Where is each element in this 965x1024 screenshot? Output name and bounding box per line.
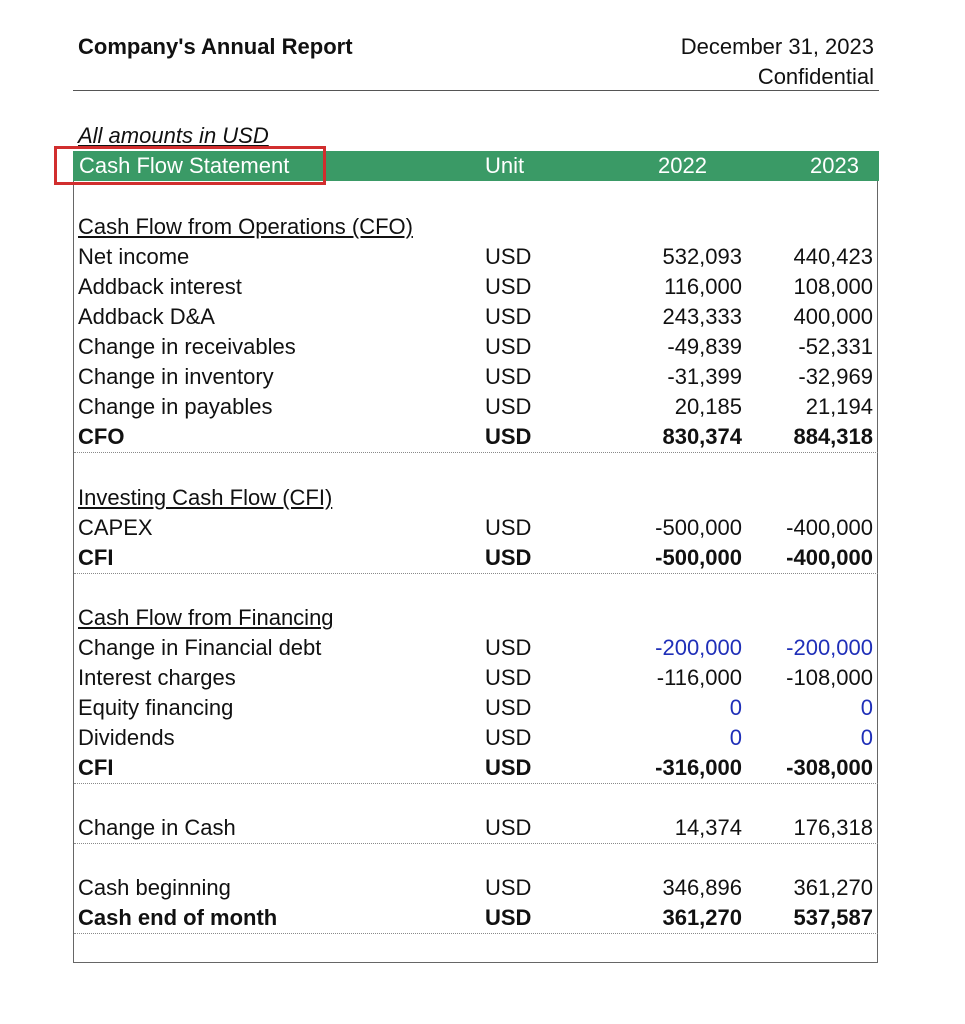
row-value-2023: -400,000 xyxy=(786,515,873,540)
row-value-2023: 400,000 xyxy=(793,304,873,329)
row-value-2023: -52,331 xyxy=(798,334,873,359)
row-label: Addback D&A xyxy=(78,304,215,329)
row-value-2023: -400,000 xyxy=(786,545,873,570)
row-label: Net income xyxy=(78,244,190,269)
row-unit: USD xyxy=(485,815,532,840)
row-unit: USD xyxy=(485,905,532,930)
row-value-2022: -116,000 xyxy=(656,665,742,690)
row-value-2023: -200,000 xyxy=(786,635,873,660)
table-row: Dividends USD 0 0 xyxy=(74,723,878,753)
row-value-2022: -500,000 xyxy=(655,545,742,570)
table-row: Net income USD 532,093 440,423 xyxy=(74,242,878,272)
table-row: CAPEX USD -500,000 -400,000 xyxy=(74,513,878,543)
row-unit: USD xyxy=(485,635,532,660)
row-value-2022: -200,000 xyxy=(655,635,742,660)
row-unit: USD xyxy=(485,725,532,750)
total-row-cff: CFI USD -316,000 -308,000 xyxy=(74,753,878,784)
row-unit: USD xyxy=(485,695,532,720)
table-row: Addback interest USD 116,000 108,000 xyxy=(74,272,878,302)
row-value-2022: 14,374 xyxy=(674,815,742,840)
total-row-cfi: CFI USD -500,000 -400,000 xyxy=(74,543,878,574)
table-header-year-2023: 2023 xyxy=(810,153,859,178)
row-label: Change in Financial debt xyxy=(78,635,322,660)
table-header-year-2022: 2022 xyxy=(658,153,707,178)
row-value-2022: -500,000 xyxy=(655,515,742,540)
report-title: Company's Annual Report xyxy=(78,34,353,59)
section-heading-cfo: Cash Flow from Operations (CFO) xyxy=(74,212,878,242)
total-row-cash-end: Cash end of month USD 361,270 537,587 xyxy=(74,903,878,934)
table-row: Equity financing USD 0 0 xyxy=(74,693,878,723)
table-row: Change in payables USD 20,185 21,194 xyxy=(74,392,878,422)
row-value-2022: 830,374 xyxy=(662,424,742,449)
table-row: Change in Financial debt USD -200,000 -2… xyxy=(74,633,878,663)
row-value-2022: -316,000 xyxy=(655,755,742,780)
section-title: Investing Cash Flow (CFI) xyxy=(78,485,333,510)
row-value-2022: 361,270 xyxy=(662,905,742,930)
row-value-2023: 537,587 xyxy=(793,905,873,930)
row-unit: USD xyxy=(485,665,532,690)
table-row: Change in receivables USD -49,839 -52,33… xyxy=(74,332,878,362)
row-label: Change in inventory xyxy=(78,364,274,389)
row-unit: USD xyxy=(485,274,532,299)
row-unit: USD xyxy=(485,364,532,389)
highlight-box xyxy=(54,146,326,185)
row-value-2023: 361,270 xyxy=(793,875,873,900)
row-label: Change in Cash xyxy=(78,815,236,840)
section-title: Cash Flow from Financing xyxy=(78,605,334,630)
row-value-2022: 20,185 xyxy=(674,394,742,419)
row-label: CFI xyxy=(78,755,114,780)
row-unit: USD xyxy=(485,755,532,780)
row-value-2023: -32,969 xyxy=(798,364,873,389)
row-value-2022: 532,093 xyxy=(662,244,742,269)
row-label: CFO xyxy=(78,424,125,449)
report-date: December 31, 2023 xyxy=(680,34,874,59)
row-value-2023: 884,318 xyxy=(793,424,873,449)
section-title: Cash Flow from Operations (CFO) xyxy=(78,214,413,239)
table-row: Interest charges USD -116,000 -108,000 xyxy=(74,663,878,693)
table-row: Change in inventory USD -31,399 -32,969 xyxy=(74,362,878,392)
row-unit: USD xyxy=(485,545,532,570)
row-value-2023: 21,194 xyxy=(805,394,873,419)
row-label: Cash end of month xyxy=(78,905,278,930)
row-value-2022: -49,839 xyxy=(667,334,742,359)
row-value-2022: 243,333 xyxy=(662,304,742,329)
row-unit: USD xyxy=(485,334,532,359)
row-label: Equity financing xyxy=(78,695,234,720)
row-value-2022: 0 xyxy=(729,725,742,750)
row-unit: USD xyxy=(485,875,532,900)
table-header-unit: Unit xyxy=(485,153,525,178)
row-label: Interest charges xyxy=(78,665,236,690)
section-heading-cff: Cash Flow from Financing xyxy=(74,603,878,633)
row-unit: USD xyxy=(485,304,532,329)
row-value-2022: -31,399 xyxy=(667,364,742,389)
row-value-2023: -108,000 xyxy=(786,665,873,690)
row-value-2023: 0 xyxy=(860,695,873,720)
row-unit: USD xyxy=(485,394,532,419)
row-label: Change in payables xyxy=(78,394,273,419)
row-unit: USD xyxy=(485,424,532,449)
row-unit: USD xyxy=(485,244,532,269)
row-label: CFI xyxy=(78,545,114,570)
row-value-2022: 0 xyxy=(729,695,742,720)
row-label: Cash beginning xyxy=(78,875,231,900)
confidential-label: Confidential xyxy=(757,64,874,89)
section-heading-cfi: Investing Cash Flow (CFI) xyxy=(74,483,878,513)
row-value-2023: 108,000 xyxy=(793,274,873,299)
row-label: Change in receivables xyxy=(78,334,296,359)
row-label: Addback interest xyxy=(78,274,242,299)
row-value-2022: 346,896 xyxy=(662,875,742,900)
row-value-2023: 0 xyxy=(860,725,873,750)
change-in-cash-row: Change in Cash USD 14,374 176,318 xyxy=(74,813,878,844)
row-value-2023: 176,318 xyxy=(793,815,873,840)
row-value-2023: -308,000 xyxy=(786,755,873,780)
row-value-2023: 440,423 xyxy=(793,244,873,269)
row-unit: USD xyxy=(485,515,532,540)
row-label: CAPEX xyxy=(78,515,153,540)
table-row: Addback D&A USD 243,333 400,000 xyxy=(74,302,878,332)
row-value-2022: 116,000 xyxy=(664,274,742,299)
total-row-cfo: CFO USD 830,374 884,318 xyxy=(74,422,878,453)
row-label: Dividends xyxy=(78,725,175,750)
table-row: Cash beginning USD 346,896 361,270 xyxy=(74,873,878,903)
header-divider xyxy=(73,90,879,91)
